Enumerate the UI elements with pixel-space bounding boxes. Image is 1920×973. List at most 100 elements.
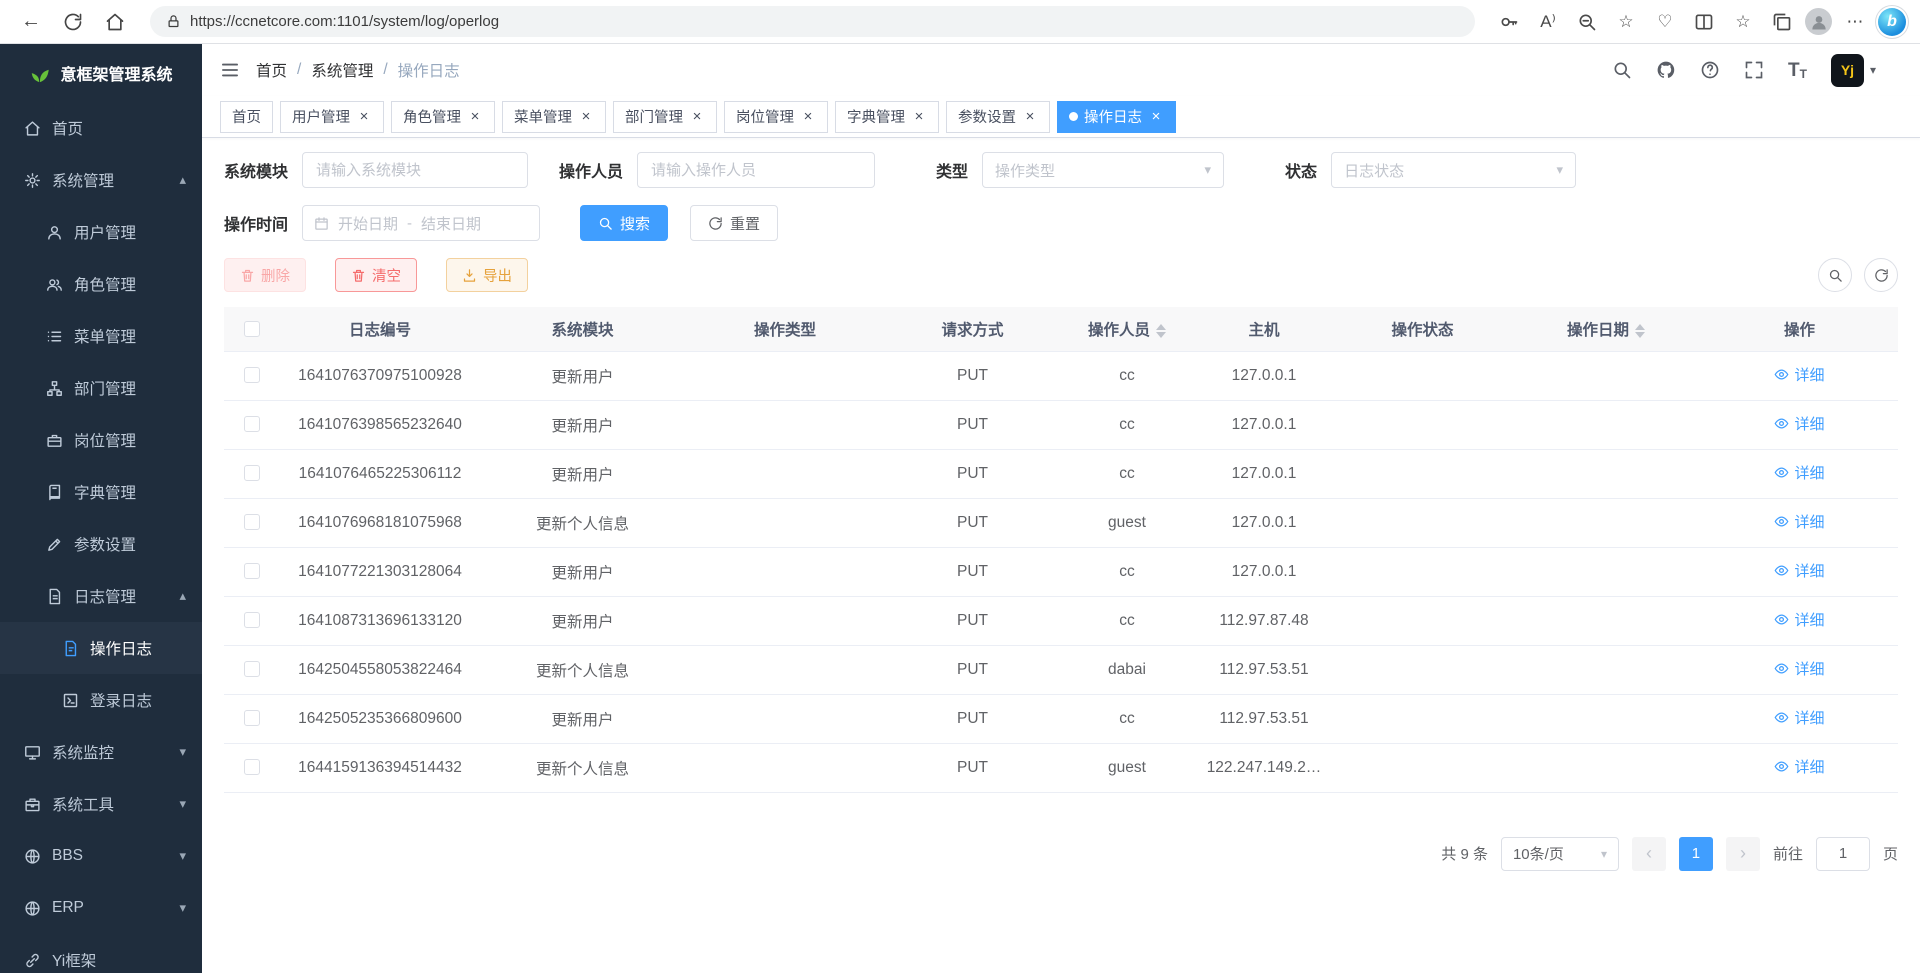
sidebar-item-bbs[interactable]: BBS▾ [0,830,202,882]
row-checkbox[interactable] [244,759,260,775]
prev-page-button[interactable]: ‹ [1632,837,1666,871]
tab-menu-mgmt[interactable]: 菜单管理× [502,101,606,133]
toggle-search-button[interactable] [1818,258,1852,292]
detail-link[interactable]: 详细 [1774,658,1824,679]
sidebar-item-dept-mgmt[interactable]: 部门管理 [0,362,202,414]
font-size-icon[interactable]: TT [1788,61,1807,80]
close-icon[interactable]: × [800,109,816,125]
close-icon[interactable]: × [578,109,594,125]
tab-home[interactable]: 首页 [220,101,273,133]
browser-home-button[interactable] [98,6,132,38]
split-screen-icon[interactable] [1688,7,1720,37]
address-bar[interactable]: https://ccnetcore.com:1101/system/log/op… [150,6,1475,37]
operator-input[interactable] [637,152,875,188]
row-checkbox[interactable] [244,612,260,628]
zoom-out-icon[interactable] [1571,7,1603,37]
tab-param-settings[interactable]: 参数设置× [946,101,1050,133]
close-icon[interactable]: × [689,109,705,125]
sidebar-item-login-log[interactable]: 登录日志 [0,674,202,726]
browser-settings-icon[interactable]: ⋯ [1839,7,1871,37]
sidebar-item-operation-log[interactable]: 操作日志 [0,622,202,674]
goto-page-input[interactable] [1816,837,1870,871]
next-page-button[interactable]: › [1726,837,1760,871]
log-status-select[interactable]: 日志状态 ▾ [1331,152,1576,188]
tab-user-mgmt[interactable]: 用户管理× [280,101,384,133]
row-checkbox[interactable] [244,563,260,579]
favorites-bar-icon[interactable]: ☆ [1727,7,1759,37]
row-checkbox[interactable] [244,367,260,383]
row-checkbox[interactable] [244,514,260,530]
sidebar-item-system-mgmt[interactable]: 系统管理▴ [0,154,202,206]
github-icon[interactable] [1656,60,1676,80]
close-icon[interactable]: × [467,109,483,125]
export-button[interactable]: 导出 [446,258,528,292]
hamburger-icon[interactable] [220,60,240,80]
sidebar-item-system-monitor[interactable]: 系统监控▾ [0,726,202,778]
back-button[interactable]: ← [14,6,48,38]
tab-operation-log[interactable]: 操作日志× [1057,101,1176,133]
page-size-select[interactable]: 10条/页 ▾ [1501,837,1619,871]
breadcrumb-home[interactable]: 首页 [256,59,287,81]
row-checkbox[interactable] [244,710,260,726]
sidebar-item-home[interactable]: 首页 [0,102,202,154]
operation-type-select[interactable]: 操作类型 ▾ [982,152,1224,188]
add-favorite-icon[interactable]: ☆ [1610,7,1642,37]
sort-icon[interactable] [1156,324,1166,338]
sidebar-item-role-mgmt[interactable]: 角色管理 [0,258,202,310]
close-icon[interactable]: × [1148,109,1164,125]
row-checkbox[interactable] [244,465,260,481]
breadcrumb-system-mgmt[interactable]: 系统管理 [311,59,373,81]
bing-discover-icon[interactable]: b [1878,8,1906,36]
user-avatar-menu[interactable]: Yj ▾ [1831,54,1876,87]
detail-link[interactable]: 详细 [1774,462,1824,483]
col-operator[interactable]: 操作人员 [1060,307,1194,351]
sort-icon[interactable] [1635,324,1645,338]
delete-button[interactable]: 删除 [224,258,306,292]
search-icon[interactable] [1612,60,1632,80]
detail-link[interactable]: 详细 [1774,511,1824,532]
password-key-icon[interactable] [1493,7,1525,37]
detail-link[interactable]: 详细 [1774,707,1824,728]
sidebar-item-dict-mgmt[interactable]: 字典管理 [0,466,202,518]
clear-button[interactable]: 清空 [335,258,417,292]
sidebar-item-log-mgmt[interactable]: 日志管理▴ [0,570,202,622]
col-operation-date[interactable]: 操作日期 [1511,307,1701,351]
tab-post-mgmt[interactable]: 岗位管理× [724,101,828,133]
collections-icon[interactable] [1766,7,1798,37]
sidebar-item-system-tools[interactable]: 系统工具▾ [0,778,202,830]
row-checkbox[interactable] [244,661,260,677]
reload-button[interactable] [56,6,90,38]
tab-dept-mgmt[interactable]: 部门管理× [613,101,717,133]
sidebar-item-post-mgmt[interactable]: 岗位管理 [0,414,202,466]
sidebar-item-user-mgmt[interactable]: 用户管理 [0,206,202,258]
system-module-input[interactable] [302,152,528,188]
close-icon[interactable]: × [356,109,372,125]
date-range-picker[interactable]: 开始日期 - 结束日期 [302,205,540,241]
row-checkbox[interactable] [244,416,260,432]
detail-link[interactable]: 详细 [1774,560,1824,581]
reset-button[interactable]: 重置 [690,205,778,241]
search-button[interactable]: 搜索 [580,205,668,241]
help-icon[interactable] [1700,60,1720,80]
browser-profile-avatar[interactable] [1805,8,1832,35]
sidebar-item-erp[interactable]: ERP▾ [0,882,202,934]
detail-link[interactable]: 详细 [1774,364,1824,385]
sidebar-item-menu-mgmt[interactable]: 菜单管理 [0,310,202,362]
refresh-table-button[interactable] [1864,258,1898,292]
sidebar-item-yi-framework[interactable]: Yi框架 [0,934,202,973]
current-page-button[interactable]: 1 [1679,837,1713,871]
tab-dict-mgmt[interactable]: 字典管理× [835,101,939,133]
sidebar-item-param-settings[interactable]: 参数设置 [0,518,202,570]
browser-essentials-icon[interactable]: ♡ [1649,7,1681,37]
tab-role-mgmt[interactable]: 角色管理× [391,101,495,133]
fullscreen-icon[interactable] [1744,60,1764,80]
table-row: 1641076398565232640 更新用户 PUT cc 127.0.0.… [224,400,1898,449]
close-icon[interactable]: × [911,109,927,125]
select-all-checkbox[interactable] [244,321,260,337]
detail-link[interactable]: 详细 [1774,413,1824,434]
detail-link[interactable]: 详细 [1774,756,1824,777]
close-icon[interactable]: × [1022,109,1038,125]
tab-label: 首页 [232,106,261,127]
detail-link[interactable]: 详细 [1774,609,1824,630]
read-aloud-icon[interactable]: A⁾ [1532,7,1564,37]
